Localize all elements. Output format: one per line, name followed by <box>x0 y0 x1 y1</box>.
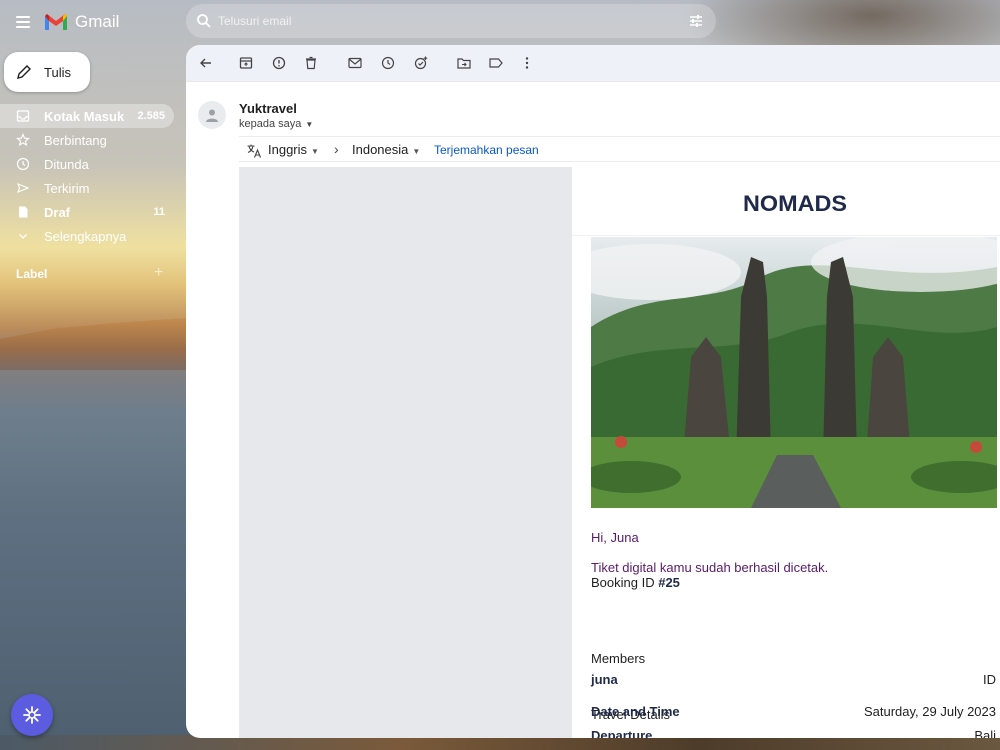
sidebar-item-inbox[interactable]: Kotak Masuk 2.585 <box>0 104 174 128</box>
sparkle-icon <box>23 706 41 724</box>
email-left-gutter <box>239 167 572 738</box>
source-language: Inggris <box>268 142 308 157</box>
inbox-count: 2.585 <box>137 110 165 122</box>
sidebar-item-starred[interactable]: Berbintang <box>0 128 174 152</box>
divider <box>239 136 1000 137</box>
search-input[interactable]: Telusuri email <box>218 14 291 28</box>
caret-down-icon: ▼ <box>311 147 319 156</box>
divider <box>239 161 1000 162</box>
brand-logo-text: NOMADS <box>743 191 847 215</box>
labels-heading: Label <box>16 267 48 281</box>
gmail-logo[interactable]: Gmail <box>44 10 119 34</box>
booking-id-value: #25 <box>658 575 680 590</box>
sidebar-item-label: Terkirim <box>44 181 90 196</box>
target-language-dropdown[interactable]: Indonesia ▼ <box>352 142 420 157</box>
sidebar-item-snoozed[interactable]: Ditunda <box>0 152 174 176</box>
toolbar-divider <box>186 81 1000 82</box>
message-text: Tiket digital kamu sudah berhasil diceta… <box>591 560 829 575</box>
label-icon[interactable] <box>488 55 504 71</box>
mark-unread-icon[interactable] <box>347 55 363 71</box>
gmail-icon <box>45 14 67 30</box>
archive-icon[interactable] <box>238 55 254 71</box>
sidebar-nav: Kotak Masuk 2.585 Berbintang Ditunda Ter… <box>0 104 186 248</box>
translate-message-link[interactable]: Terjemahkan pesan <box>434 143 539 157</box>
caret-down-icon: ▼ <box>305 120 314 129</box>
drafts-count: 11 <box>153 206 165 218</box>
member-name: juna <box>591 672 618 687</box>
search-bar[interactable]: Telusuri email <box>186 4 716 38</box>
recipient-line[interactable]: kepada saya ▼ <box>239 118 313 130</box>
booking-id-label: Booking ID <box>591 575 655 590</box>
chevron-down-icon <box>19 234 27 239</box>
add-task-icon[interactable] <box>413 55 429 71</box>
search-icon[interactable] <box>196 13 212 29</box>
compose-button[interactable]: Tulis <box>4 52 90 92</box>
compose-label: Tulis <box>44 65 71 80</box>
sidebar-item-drafts[interactable]: Draf 11 <box>0 200 174 224</box>
move-to-icon[interactable] <box>456 55 472 71</box>
draft-icon <box>19 206 28 218</box>
bali-gate-image <box>591 237 997 508</box>
more-options-icon[interactable] <box>519 55 535 71</box>
datetime-value: Saturday, 29 July 2023 <box>863 704 996 719</box>
member-id: ID <box>983 672 996 687</box>
departure-label: Departure <box>591 728 653 738</box>
back-arrow-icon[interactable] <box>198 55 214 71</box>
translate-icon <box>247 144 262 158</box>
sender-avatar[interactable] <box>198 101 226 129</box>
email-toolbar <box>186 45 1000 81</box>
person-icon <box>206 109 218 122</box>
recipient-text: kepada saya <box>239 118 302 130</box>
search-options-icon[interactable] <box>688 13 704 29</box>
sidebar-item-label: Ditunda <box>44 157 89 172</box>
target-language: Indonesia <box>352 142 409 157</box>
chevron-right-icon: › <box>334 141 339 157</box>
email-body: NOMADS Hi, Juna Tiket digital kamu sudah… <box>572 167 1000 738</box>
booking-id-line: Booking ID #25 <box>591 575 680 590</box>
add-label-button[interactable]: + <box>154 264 163 282</box>
star-icon <box>16 133 30 147</box>
sidebar-item-sent[interactable]: Terkirim <box>0 176 174 200</box>
email-view: Yuktravel kepada saya ▼ Inggris ▼ › Indone… <box>186 45 1000 738</box>
sender-name[interactable]: Yuktravel <box>239 101 297 116</box>
sidebar-item-label: Kotak Masuk <box>44 109 125 124</box>
report-spam-icon[interactable] <box>271 55 287 71</box>
send-icon <box>17 183 30 193</box>
members-title: Members <box>591 651 646 666</box>
source-language-dropdown[interactable]: Inggris ▼ <box>268 142 319 157</box>
delete-icon[interactable] <box>303 55 319 71</box>
gmail-wordmark: Gmail <box>75 12 120 31</box>
main-menu-button[interactable] <box>12 10 36 34</box>
greeting-text: Hi, Juna <box>591 530 639 545</box>
sidebar-item-more[interactable]: Selengkapnya <box>0 224 174 248</box>
sidebar-item-label: Berbintang <box>44 133 107 148</box>
departure-value: Bali <box>974 728 996 738</box>
pencil-icon <box>17 65 31 79</box>
translate-bar: Inggris ▼ › Indonesia ▼ Terjemahkan pesan <box>246 141 1000 163</box>
sidebar-item-label: Selengkapnya <box>44 229 127 244</box>
top-bar: Gmail Telusuri email <box>0 0 1000 44</box>
hero-image <box>591 237 997 508</box>
snooze-icon[interactable] <box>380 55 396 71</box>
inbox-icon <box>16 110 30 122</box>
brand-logo: NOMADS <box>743 191 847 215</box>
datetime-label: Date and Time <box>591 704 680 719</box>
clock-icon <box>16 157 30 171</box>
sidebar-item-label: Draf <box>44 205 71 220</box>
background-hill <box>0 318 186 370</box>
caret-down-icon: ▼ <box>412 147 421 156</box>
assistant-button[interactable] <box>11 694 53 736</box>
divider <box>572 235 1000 236</box>
